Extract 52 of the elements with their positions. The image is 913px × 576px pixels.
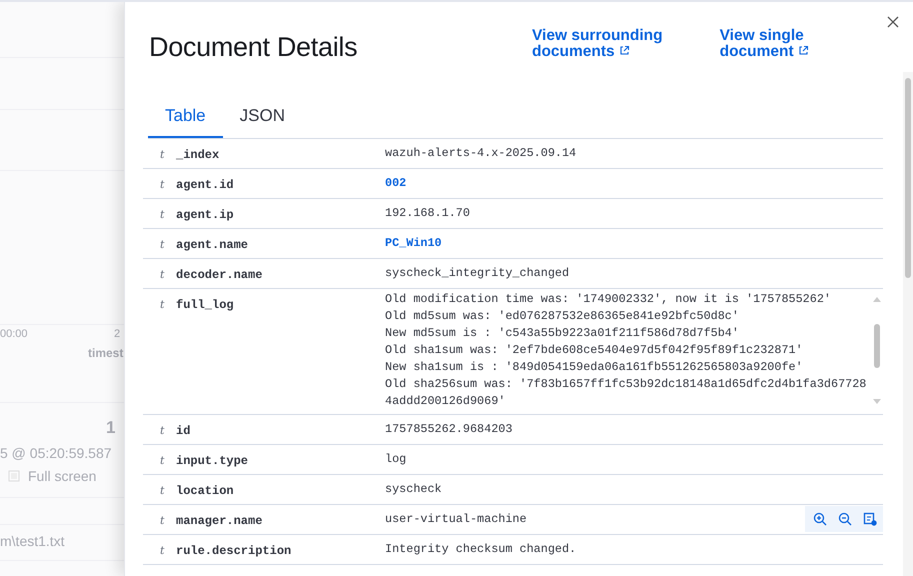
external-link[interactable]: View surrounding documents — [532, 28, 663, 60]
field-value: Integrity checksum changed. — [385, 541, 576, 556]
fullscreen-icon — [8, 470, 20, 482]
field-type-icon: t — [143, 505, 176, 527]
table-cell: m\test1.txt — [0, 533, 65, 549]
field-value: syscheck_integrity_changed — [385, 265, 570, 280]
axis-tick: 00:00 — [0, 328, 28, 340]
field-name: decoder.name — [176, 267, 264, 282]
field-type-icon: t — [143, 169, 176, 191]
field-name: location — [176, 483, 235, 498]
field-name: agent.ip — [176, 207, 235, 222]
field-value-link[interactable]: PC_Win10 — [385, 229, 442, 250]
tab[interactable]: Table — [148, 96, 223, 138]
zoom-out-icon[interactable] — [838, 512, 852, 526]
field-type-icon: t — [143, 415, 176, 437]
field-name: _index — [176, 147, 220, 162]
field-name: agent.name — [176, 237, 250, 252]
field-value: 1757855262.9684203 — [385, 421, 512, 436]
field-value: wazuh-alerts-4.x-2025.09.14 — [385, 145, 576, 160]
field-type-icon: t — [143, 259, 176, 281]
field-type-icon: t — [143, 139, 176, 161]
axis-label: timest — [88, 346, 124, 360]
field-name: id — [176, 423, 192, 438]
flyout-title: Document Details — [149, 32, 358, 63]
field-value: 192.168.1.70 — [385, 205, 470, 220]
field-value: user-virtual-machine — [385, 511, 527, 526]
log-text: Old modification time was: '1749002332', now it is '1757855262' Old md5sum was: 'ed076287532e86365e841e92bfc50d8c' New md5sum is : 'c543a55b9223a01f211f586d78d7f5b4' Old sha1sum was: '2ef7bde608ce5404e97d5f042f95f89f1c232871' New sha1sum is : '849d054159eda06a161fb551262565803a9200fe' Old sha256sum was: '7f83b1657ff1fc53b92dc18148a1d65dfc2d4b1fa3d677284addd200126d9069' — [385, 291, 868, 410]
field-name: input.type — [176, 453, 250, 468]
field-name: agent.id — [176, 177, 235, 192]
close-button[interactable] — [887, 16, 901, 30]
field-name: rule.description — [176, 543, 292, 558]
field-type-icon: t — [143, 289, 176, 311]
external-link-icon — [618, 45, 630, 56]
field-type-icon: t — [143, 229, 176, 251]
axis-tick: 2 — [114, 328, 120, 340]
scrollbar[interactable] — [903, 72, 913, 576]
external-link[interactable]: View single document — [720, 28, 809, 60]
hits-count: 1 — [106, 418, 116, 438]
external-link-icon — [798, 45, 809, 56]
time-range: 5 @ 05:20:59.587 — [0, 445, 112, 461]
field-value-link[interactable]: 002 — [385, 169, 406, 190]
field-value: log — [385, 451, 406, 466]
field-name: full_log — [176, 297, 235, 312]
field-type-icon: t — [143, 445, 176, 467]
tab[interactable]: JSON — [222, 96, 302, 138]
field-type-icon: t — [143, 535, 176, 557]
field-name: manager.name — [176, 513, 264, 528]
field-value: syscheck — [385, 481, 442, 496]
field-type-icon: t — [143, 475, 176, 497]
field-type-icon: t — [143, 199, 176, 221]
zoom-in-icon[interactable] — [813, 512, 827, 526]
table-column-icon[interactable] — [863, 512, 877, 526]
